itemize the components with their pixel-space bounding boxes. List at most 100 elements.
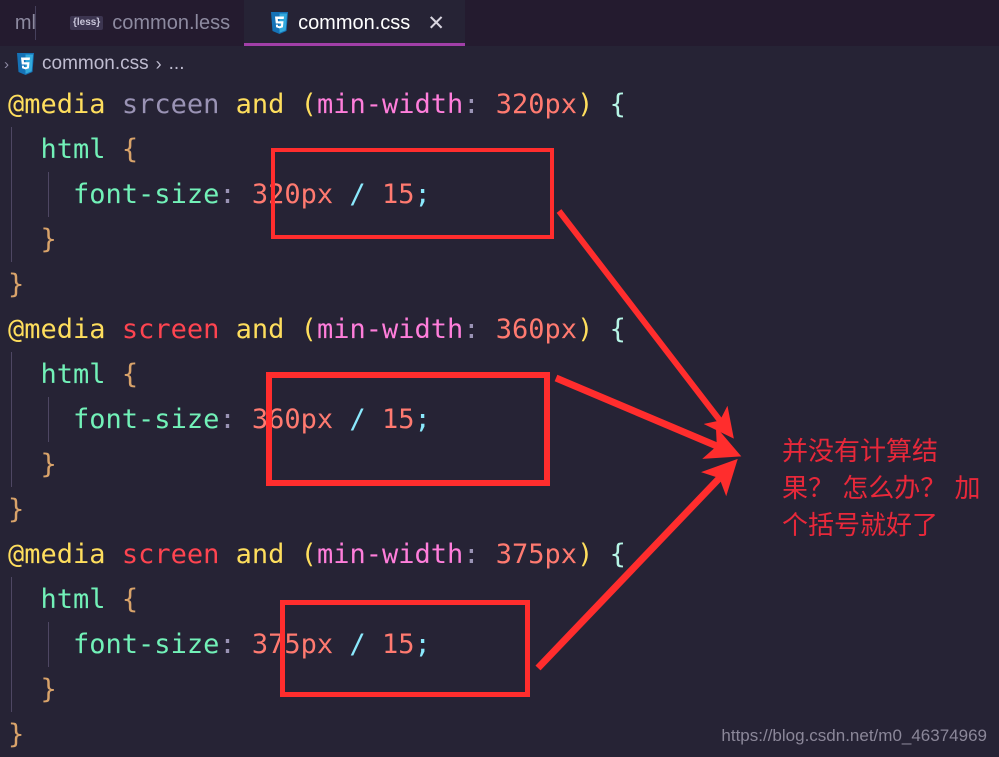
code-token: (	[300, 89, 317, 120]
code-line[interactable]: font-size: 320px / 15;	[0, 172, 999, 217]
code-token: {	[121, 134, 139, 165]
close-icon[interactable]: ✕	[427, 13, 445, 34]
indent-guide	[48, 172, 49, 217]
code-token: :	[463, 314, 480, 345]
code-token: and	[235, 314, 285, 345]
tab-label: ml	[14, 12, 36, 34]
code-token: min-width	[316, 89, 464, 120]
code-line[interactable]: html {	[0, 127, 999, 172]
code-token: (	[300, 539, 317, 570]
code-token: }	[40, 224, 57, 255]
code-token: :	[463, 539, 480, 570]
code-line[interactable]: font-size: 375px / 15;	[0, 622, 999, 667]
code-token: html	[40, 134, 106, 165]
code-token: 375px	[251, 629, 334, 660]
code-token: {	[609, 314, 626, 345]
code-token: ;	[414, 179, 431, 210]
code-token: min-width	[316, 314, 464, 345]
code-token: font-size	[73, 404, 220, 435]
code-editor-content[interactable]: @media srceen and (min-width: 320px) { h…	[0, 82, 999, 754]
code-token: screen	[121, 314, 220, 345]
code-token: }	[40, 674, 57, 705]
code-line[interactable]: }	[0, 667, 999, 712]
breadcrumb: › common.css › ...	[0, 46, 999, 82]
code-token: 15	[381, 404, 415, 435]
code-line[interactable]: html {	[0, 577, 999, 622]
indent-guide	[11, 352, 12, 397]
code-line[interactable]: }	[0, 262, 999, 307]
breadcrumb-separator: ›	[155, 53, 162, 74]
tab-common-css[interactable]: common.css ✕	[244, 0, 465, 46]
chinese-annotation-note: 并没有计算结 果？ 怎么办？ 加 个括号就好了	[782, 434, 997, 545]
code-token: :	[219, 179, 236, 210]
code-token: html	[40, 584, 106, 615]
chevron-right-icon[interactable]: ›	[4, 57, 9, 72]
tab-common-less[interactable]: {less} common.less	[36, 0, 245, 46]
breadcrumb-ellipsis[interactable]: ...	[169, 53, 185, 75]
code-token: screen	[121, 539, 220, 570]
code-token: 15	[381, 629, 415, 660]
indent-guide	[11, 397, 12, 442]
code-token: font-size	[73, 629, 220, 660]
code-token: :	[219, 629, 236, 660]
code-token: (	[300, 314, 317, 345]
indent-guide	[11, 577, 12, 622]
code-line[interactable]: @media screen and (min-width: 360px) {	[0, 307, 999, 352]
indent-guide	[11, 667, 12, 712]
indent-guide	[11, 217, 12, 262]
code-token: @media	[8, 539, 106, 570]
code-token: and	[235, 89, 285, 120]
indent-guide	[11, 172, 12, 217]
code-token: )	[577, 539, 594, 570]
indent-guide	[11, 442, 12, 487]
code-token: ;	[414, 629, 431, 660]
note-line: 并没有计算结	[782, 437, 939, 467]
code-token: @media	[8, 314, 106, 345]
code-token: {	[121, 359, 139, 390]
code-token: 360px	[251, 404, 334, 435]
code-line[interactable]: @media srceen and (min-width: 320px) {	[0, 82, 999, 127]
less-icon: {less}	[70, 16, 104, 30]
css3-icon	[16, 53, 35, 75]
tab-html-partial[interactable]: ml	[0, 0, 36, 46]
tab-label: common.css	[298, 12, 411, 34]
indent-guide	[48, 397, 49, 442]
code-line[interactable]: html {	[0, 352, 999, 397]
breadcrumb-file[interactable]: common.css	[42, 53, 149, 75]
code-token: html	[40, 359, 106, 390]
code-token: }	[40, 449, 57, 480]
code-token: /	[349, 179, 366, 210]
code-token: /	[349, 629, 366, 660]
code-token: and	[235, 539, 285, 570]
code-token: }	[8, 719, 25, 750]
indent-guide	[11, 622, 12, 667]
code-token: }	[8, 269, 25, 300]
code-line[interactable]: }	[0, 217, 999, 262]
